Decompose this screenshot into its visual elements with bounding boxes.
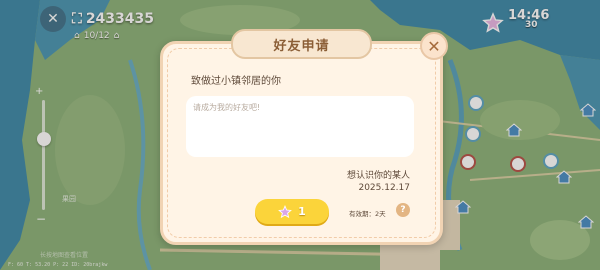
dialog-title-tab: 好友申请 [231, 29, 372, 59]
star-icon [278, 204, 293, 218]
message-box: 请成为我的好友吧! [186, 96, 414, 157]
help-button[interactable]: ? [396, 203, 410, 217]
accept-cost: 1 [298, 205, 306, 218]
message-text: 请成为我的好友吧! [193, 103, 261, 112]
sender-name: 想认识你的某人 [346, 171, 410, 181]
accept-button[interactable]: 1 [255, 199, 329, 224]
close-button[interactable]: ✕ [420, 32, 448, 60]
validity-text: 有效期：2天 [349, 210, 386, 218]
request-date: 2025.12.17 [358, 183, 410, 193]
greeting-text: 致做过小镇邻居的你 [191, 76, 281, 87]
close-icon: ✕ [427, 36, 441, 56]
dialog-title: 好友申请 [273, 38, 330, 54]
question-icon: ? [400, 205, 406, 215]
